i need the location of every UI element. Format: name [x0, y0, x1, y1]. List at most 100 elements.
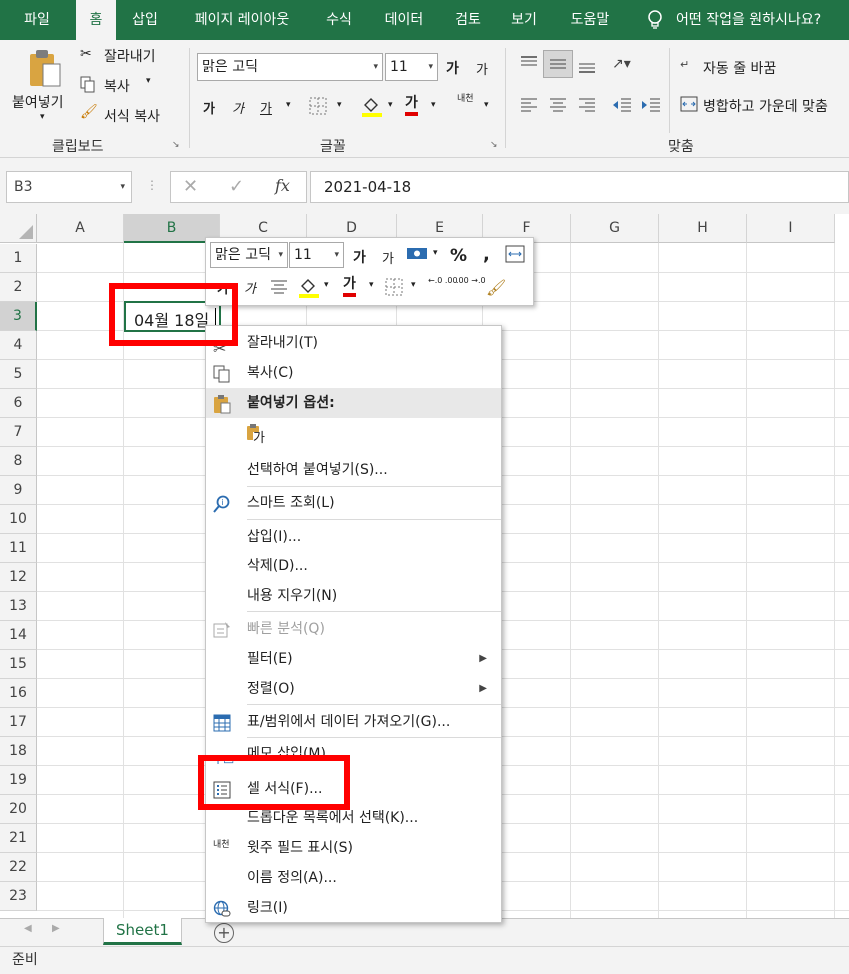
row-header-19[interactable]: 19	[0, 766, 37, 795]
row-header-6[interactable]: 6	[0, 389, 37, 418]
formula-input[interactable]: 2021-04-18	[310, 171, 849, 203]
row-header-22[interactable]: 22	[0, 853, 37, 882]
mini-font-color-button[interactable]: 가	[343, 275, 356, 297]
wrap-text-button[interactable]: 자동 줄 바꿈	[703, 58, 776, 78]
shrink-font-button[interactable]: 가	[476, 59, 488, 78]
paste-icon[interactable]	[27, 48, 63, 90]
mini-currency-icon[interactable]	[406, 245, 428, 267]
align-bottom-icon[interactable]	[578, 60, 596, 78]
paste-values-option[interactable]: 가	[206, 419, 501, 455]
tab-insert[interactable]: 삽입	[124, 0, 166, 40]
mini-italic-button[interactable]: 가	[244, 278, 256, 297]
menu-item-insert[interactable]: 삽입(I)...	[206, 522, 501, 552]
mini-border-dropdown-icon[interactable]: ▾	[411, 280, 416, 290]
row-header-20[interactable]: 20	[0, 795, 37, 824]
wrap-text-icon[interactable]: ↵	[680, 58, 689, 71]
decrease-indent-icon[interactable]	[612, 98, 632, 116]
row-header-1[interactable]: 1	[0, 244, 37, 273]
row-header-9[interactable]: 9	[0, 476, 37, 505]
menu-item-phonetic-field[interactable]: 내천 윗주 필드 표시(S)	[206, 833, 501, 863]
mini-shrink-font-button[interactable]: 가	[382, 248, 394, 267]
row-header-17[interactable]: 17	[0, 708, 37, 737]
menu-item-filter[interactable]: 필터(E) ▶	[206, 644, 501, 674]
tab-file[interactable]: 파일	[6, 0, 68, 40]
mini-grow-font-button[interactable]: 가	[353, 247, 366, 267]
menu-item-clear-contents[interactable]: 내용 지우기(N)	[206, 581, 501, 611]
row-header-11[interactable]: 11	[0, 534, 37, 563]
mini-font-size-combo[interactable]: 11 ▾	[289, 242, 344, 268]
format-painter-button[interactable]: 서식 복사	[104, 106, 160, 126]
bold-button[interactable]: 가	[203, 98, 215, 117]
row-header-18[interactable]: 18	[0, 737, 37, 766]
grow-font-button[interactable]: 가	[446, 58, 459, 78]
mini-currency-dropdown-icon[interactable]: ▾	[433, 248, 438, 258]
mini-font-color-dropdown-icon[interactable]: ▾	[369, 280, 374, 290]
select-all-button[interactable]	[0, 214, 37, 243]
scroll-left-icon[interactable]: ◀	[24, 923, 32, 934]
menu-item-cut[interactable]: ✂ 잘라내기(T)	[206, 328, 501, 358]
border-icon[interactable]	[309, 97, 327, 119]
tell-me-search[interactable]: 어떤 작업을 원하시나요?	[676, 0, 849, 40]
column-header-a[interactable]: A	[37, 214, 124, 243]
row-header-16[interactable]: 16	[0, 679, 37, 708]
align-center-icon[interactable]	[549, 98, 567, 116]
font-name-combo[interactable]: 맑은 고딕 ▾	[197, 53, 383, 81]
name-box[interactable]: B3 ▾	[6, 171, 132, 203]
fill-color-icon[interactable]	[361, 95, 383, 121]
menu-item-get-data-from-table[interactable]: 표/범위에서 데이터 가져오기(G)...	[206, 707, 501, 737]
copy-dropdown-icon[interactable]: ▾	[146, 76, 151, 86]
align-right-icon[interactable]	[578, 98, 596, 116]
column-header-i[interactable]: I	[747, 214, 835, 243]
row-header-5[interactable]: 5	[0, 360, 37, 389]
mini-comma-button[interactable]: ,	[483, 244, 490, 265]
scroll-right-icon[interactable]: ▶	[52, 923, 60, 934]
row-header-3[interactable]: 3	[0, 302, 37, 331]
mini-wrap-icon[interactable]	[505, 245, 525, 267]
column-header-h[interactable]: H	[659, 214, 747, 243]
tab-home[interactable]: 홈	[76, 0, 116, 40]
tab-help[interactable]: 도움말	[560, 0, 620, 40]
border-dropdown-icon[interactable]: ▾	[337, 100, 342, 110]
mini-align-center-icon[interactable]	[270, 280, 288, 298]
paste-dropdown-icon[interactable]: ▾	[40, 112, 45, 122]
mini-format-painter-icon[interactable]: 🖌	[486, 278, 506, 297]
copy-button[interactable]: 복사	[104, 76, 130, 96]
row-header-4[interactable]: 4	[0, 331, 37, 360]
row-header-14[interactable]: 14	[0, 621, 37, 650]
menu-item-paste-special[interactable]: 선택하여 붙여넣기(S)...	[206, 455, 501, 485]
paste-button[interactable]: 붙여넣기	[12, 92, 64, 112]
menu-item-sort[interactable]: 정렬(O) ▶	[206, 674, 501, 704]
clipboard-launcher-icon[interactable]: ↘	[172, 140, 180, 150]
enter-icon[interactable]: ✓	[229, 176, 244, 197]
row-header-13[interactable]: 13	[0, 592, 37, 621]
row-header-12[interactable]: 12	[0, 563, 37, 592]
row-header-2[interactable]: 2	[0, 273, 37, 302]
cut-icon[interactable]: ✂	[80, 46, 92, 62]
fill-color-dropdown-icon[interactable]: ▾	[388, 100, 393, 110]
cut-button[interactable]: 잘라내기	[104, 46, 156, 66]
menu-item-copy[interactable]: 복사(C)	[206, 358, 501, 388]
font-color-dropdown-icon[interactable]: ▾	[431, 100, 436, 110]
mini-fill-dropdown-icon[interactable]: ▾	[324, 280, 329, 290]
row-header-23[interactable]: 23	[0, 882, 37, 911]
underline-button[interactable]: 가	[260, 98, 272, 117]
align-top-icon[interactable]	[520, 56, 538, 74]
font-size-combo[interactable]: 11 ▾	[385, 53, 438, 81]
column-header-g[interactable]: G	[571, 214, 659, 243]
tab-data[interactable]: 데이터	[374, 0, 434, 40]
mini-border-icon[interactable]	[385, 278, 403, 300]
tab-page-layout[interactable]: 페이지 레이아웃	[180, 0, 304, 40]
mini-percent-button[interactable]: %	[450, 246, 467, 266]
align-middle-icon[interactable]	[543, 50, 573, 78]
merge-center-button[interactable]: 병합하고 가운데 맞춤	[703, 96, 828, 116]
copy-icon[interactable]	[80, 76, 96, 97]
menu-item-link[interactable]: 링크(I)	[206, 893, 501, 923]
cancel-icon[interactable]: ✕	[183, 176, 198, 197]
italic-button[interactable]: 가	[232, 98, 244, 117]
mini-fill-color-icon[interactable]	[298, 276, 320, 302]
merge-center-icon[interactable]	[680, 96, 698, 116]
tab-formulas[interactable]: 수식	[318, 0, 360, 40]
row-header-21[interactable]: 21	[0, 824, 37, 853]
increase-indent-icon[interactable]	[641, 98, 661, 116]
sheet-tab-sheet1[interactable]: Sheet1	[103, 918, 182, 945]
